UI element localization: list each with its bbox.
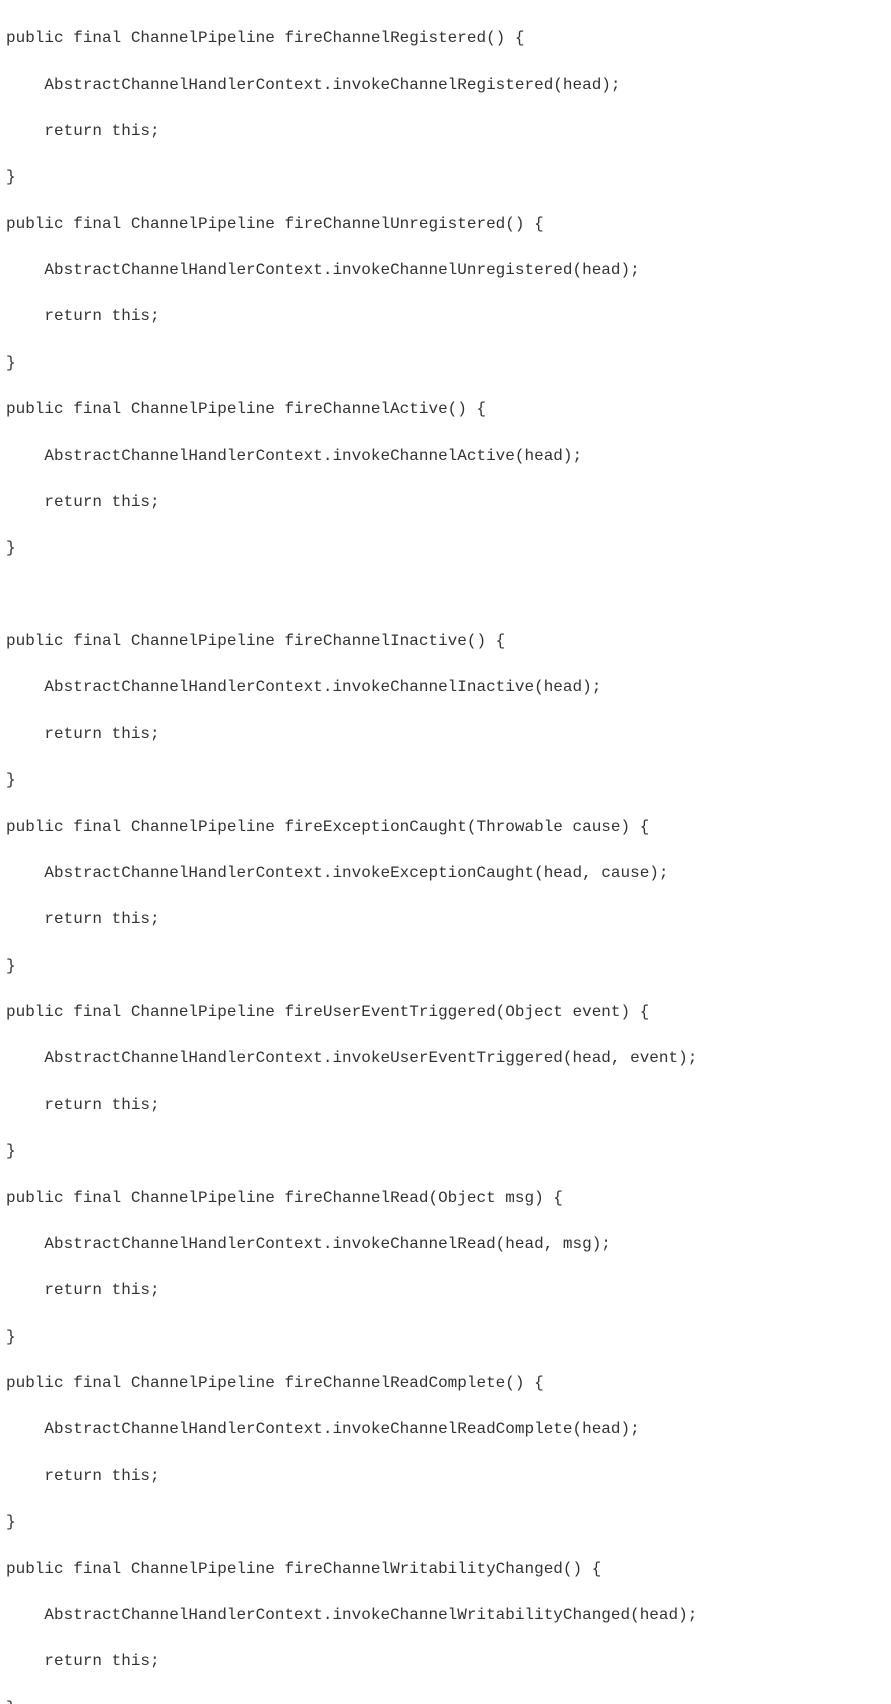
code-line: AbstractChannelHandlerContext.invokeChan… [6,259,885,282]
code-line: AbstractChannelHandlerContext.invokeChan… [6,676,885,699]
code-line: public final ChannelPipeline fireUserEve… [6,1001,885,1024]
code-line: } [6,1511,885,1534]
code-line: public final ChannelPipeline fireChannel… [6,27,885,50]
code-block: public final ChannelPipeline fireChannel… [0,0,891,1704]
code-line: AbstractChannelHandlerContext.invokeChan… [6,1418,885,1441]
code-line: return this; [6,1279,885,1302]
code-line: AbstractChannelHandlerContext.invokeExce… [6,862,885,885]
code-line: return this; [6,908,885,931]
code-line: public final ChannelPipeline fireExcepti… [6,816,885,839]
code-line: } [6,769,885,792]
code-line: public final ChannelPipeline fireChannel… [6,213,885,236]
code-line: } [6,1326,885,1349]
code-line: AbstractChannelHandlerContext.invokeChan… [6,1233,885,1256]
code-line: } [6,955,885,978]
code-line: } [6,1140,885,1163]
code-line: } [6,352,885,375]
code-line: AbstractChannelHandlerContext.invokeChan… [6,1604,885,1627]
code-line: AbstractChannelHandlerContext.invokeUser… [6,1047,885,1070]
code-line: } [6,166,885,189]
code-line: return this; [6,1465,885,1488]
code-line: return this; [6,1094,885,1117]
code-line: public final ChannelPipeline fireChannel… [6,1558,885,1581]
code-line: return this; [6,120,885,143]
code-line: public final ChannelPipeline fireChannel… [6,1372,885,1395]
code-line: public final ChannelPipeline fireChannel… [6,398,885,421]
code-line: public final ChannelPipeline fireChannel… [6,630,885,653]
code-line: AbstractChannelHandlerContext.invokeChan… [6,74,885,97]
code-line: public final ChannelPipeline fireChannel… [6,1187,885,1210]
code-line: return this; [6,305,885,328]
code-line [6,584,885,607]
code-line: } [6,537,885,560]
code-line: } [6,1697,885,1704]
code-line: return this; [6,1650,885,1673]
code-line: return this; [6,491,885,514]
code-line: AbstractChannelHandlerContext.invokeChan… [6,445,885,468]
code-line: return this; [6,723,885,746]
